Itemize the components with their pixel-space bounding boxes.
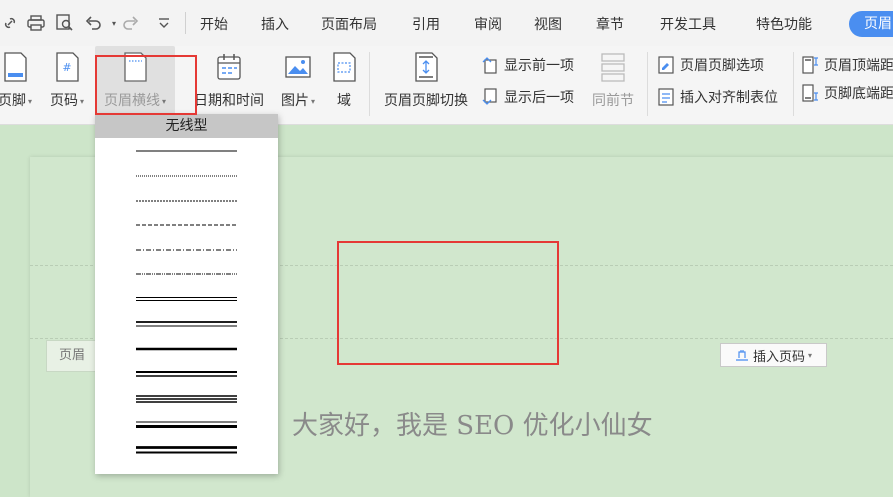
datetime-button[interactable]: 日期和时间 <box>190 46 268 116</box>
header-line-label: 页眉横线 <box>103 93 160 109</box>
line-style-thick-double[interactable] <box>136 370 237 378</box>
show-previous-label: 显示前一项 <box>504 58 574 74</box>
tab-bar: ▾ 开始 插入 页面布局 引用 审阅 视图 章节 开发工具 特色功能 页眉 <box>0 0 893 46</box>
tab-insert[interactable]: 插入 <box>261 14 289 34</box>
picture-icon <box>285 56 311 78</box>
field-button[interactable]: 域 <box>326 46 362 116</box>
ribbon-divider <box>369 52 370 116</box>
calendar-icon <box>217 54 241 80</box>
print-preview-icon[interactable] <box>55 13 75 33</box>
show-next-icon <box>482 88 497 105</box>
header-top-distance-label: 页眉顶端距 <box>824 58 893 74</box>
tab-section[interactable]: 章节 <box>596 14 624 34</box>
header-top-icon <box>802 56 818 74</box>
footer-bottom-distance-label: 页脚底端距 <box>824 86 893 102</box>
header-top-distance-button[interactable]: 页眉顶端距 <box>802 54 893 76</box>
footer-button[interactable]: 页脚 ▾ <box>0 46 38 116</box>
print-icon[interactable] <box>26 13 46 33</box>
header-footer-switch-button[interactable]: 页眉页脚切换 <box>378 46 474 116</box>
tab-page-layout[interactable]: 页面布局 <box>321 14 377 34</box>
insert-align-tab-button[interactable]: 插入对齐制表位 <box>658 86 778 108</box>
show-next-button[interactable]: 显示后一项 <box>482 86 574 108</box>
header-line-icon <box>124 52 147 82</box>
header-footer-switch-icon <box>415 52 438 82</box>
chevron-down-icon: ▾ <box>79 96 84 106</box>
line-style-heavy-double[interactable] <box>136 445 237 455</box>
chevron-down-icon: ▾ <box>161 96 166 106</box>
header-line-dropdown: 无线型 <box>95 114 278 474</box>
footer-icon <box>4 52 27 82</box>
tab-divider <box>185 12 186 34</box>
insert-page-number-label: 插入页码 <box>752 349 805 365</box>
options-icon <box>658 56 674 74</box>
tab-home[interactable]: 开始 <box>200 14 228 34</box>
document-body-text[interactable]: 嗨，大家好，我是 SEO 优化小仙女 <box>240 405 653 442</box>
undo-icon[interactable] <box>84 13 104 33</box>
same-as-previous-label: 同前节 <box>592 93 634 109</box>
field-label: 域 <box>337 93 351 109</box>
picture-label: 图片 <box>280 93 309 109</box>
footer-bottom-icon <box>802 84 818 102</box>
show-previous-icon <box>482 57 497 74</box>
line-style-dash-dot-dot[interactable] <box>136 271 237 277</box>
line-style-fine-dash[interactable] <box>136 198 237 204</box>
insert-page-number-button[interactable]: 插入页码 ▾ <box>720 343 827 367</box>
line-style-thick-thin-pair[interactable] <box>136 420 237 430</box>
tab-developer[interactable]: 开发工具 <box>660 14 716 34</box>
line-style-triple[interactable] <box>136 394 237 404</box>
line-style-double-thin[interactable] <box>136 295 237 303</box>
header-line-button[interactable]: 页眉横线 ▾ <box>95 46 175 116</box>
header-footer-options-button[interactable]: 页眉页脚选项 <box>658 54 764 76</box>
page-number-icon <box>735 350 748 361</box>
chevron-down-icon: ▾ <box>808 350 813 360</box>
tab-review[interactable]: 审阅 <box>474 14 502 34</box>
customize-toolbar-icon[interactable] <box>154 13 174 33</box>
line-style-thin-solid[interactable] <box>136 148 237 154</box>
picture-button[interactable]: 图片 ▾ <box>276 46 320 116</box>
insert-align-tab-label: 插入对齐制表位 <box>680 90 778 106</box>
show-previous-button[interactable]: 显示前一项 <box>482 54 574 76</box>
chevron-down-icon: ▾ <box>310 96 315 106</box>
ribbon-divider <box>793 52 794 116</box>
page-number-icon: # <box>56 52 79 82</box>
line-style-dotted[interactable] <box>136 173 237 179</box>
line-style-double-thick-thin[interactable] <box>136 320 237 328</box>
line-style-dashed[interactable] <box>136 222 237 228</box>
line-style-dash-dot[interactable] <box>136 247 237 253</box>
footer-label: 页脚 <box>0 93 26 109</box>
same-as-previous-button[interactable]: 同前节 <box>588 46 638 116</box>
link-icon[interactable] <box>0 13 20 33</box>
tab-view[interactable]: 视图 <box>534 14 562 34</box>
tab-special[interactable]: 特色功能 <box>756 14 812 34</box>
tab-references[interactable]: 引用 <box>412 14 440 34</box>
redo-icon[interactable] <box>120 13 140 33</box>
align-tab-icon <box>658 88 674 106</box>
header-region-tag: 页眉 <box>46 340 98 372</box>
page-number-label: 页码 <box>49 93 78 109</box>
field-icon <box>333 52 356 82</box>
header-footer-options-label: 页眉页脚选项 <box>680 58 764 74</box>
show-next-label: 显示后一项 <box>504 90 574 106</box>
page-number-button[interactable]: # 页码 ▾ <box>44 46 90 116</box>
svg-text:#: # <box>62 61 71 74</box>
footer-bottom-distance-button[interactable]: 页脚底端距 <box>802 82 893 104</box>
datetime-label: 日期和时间 <box>194 93 264 109</box>
line-style-none[interactable]: 无线型 <box>95 114 278 138</box>
ribbon-divider <box>647 52 648 116</box>
line-style-thick-solid[interactable] <box>136 346 237 352</box>
header-footer-switch-label: 页眉页脚切换 <box>384 93 468 109</box>
tab-header-footer[interactable]: 页眉 <box>849 11 893 37</box>
chevron-down-icon: ▾ <box>27 96 32 106</box>
same-as-previous-icon <box>601 53 625 82</box>
